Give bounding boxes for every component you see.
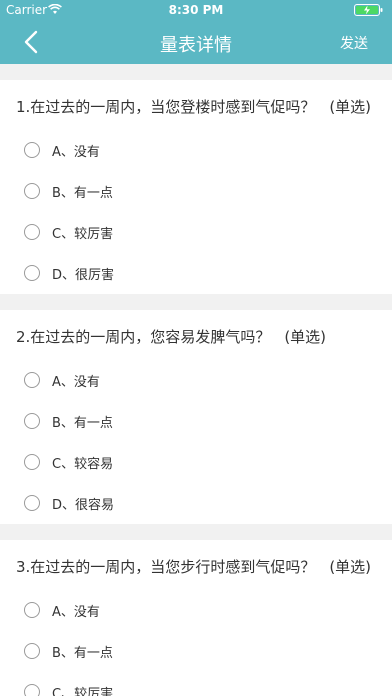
option-label: D、很厉害 — [52, 268, 115, 283]
option-label: C、较容易 — [52, 457, 114, 472]
top-spacer — [0, 64, 392, 80]
option-c[interactable]: C、较厉害 — [0, 212, 392, 253]
radio-icon[interactable] — [24, 265, 40, 281]
option-label: A、没有 — [52, 145, 100, 160]
section-divider — [0, 294, 392, 310]
status-time: 8:30 PM — [168, 3, 224, 17]
radio-icon[interactable] — [24, 684, 40, 696]
option-label: C、较厉害 — [52, 227, 114, 242]
page-title: 量表详情 — [160, 35, 232, 56]
radio-icon[interactable] — [24, 643, 40, 659]
header: Carrier 8:30 PM 量表详情 发送 — [0, 0, 392, 64]
option-label: A、没有 — [52, 605, 100, 620]
question-type: (单选) — [329, 98, 372, 116]
radio-icon[interactable] — [24, 495, 40, 511]
option-a[interactable]: A、没有 — [0, 590, 392, 631]
radio-icon[interactable] — [24, 454, 40, 470]
option-c[interactable]: C、较厉害 — [0, 672, 392, 696]
option-d[interactable]: D、很厉害 — [0, 253, 392, 294]
status-bar: Carrier 8:30 PM — [0, 0, 392, 20]
question-type: (单选) — [284, 328, 327, 346]
option-label: B、有一点 — [52, 416, 113, 431]
question-2: 2.在过去的一周内，您容易发脾气吗？ (单选) A、没有 B、有一点 C、较容易 … — [0, 310, 392, 524]
question-list: 1.在过去的一周内，当您登楼时感到气促吗？ (单选) A、没有 B、有一点 C、较… — [0, 80, 392, 696]
section-divider — [0, 524, 392, 540]
nav-bar: 量表详情 发送 — [0, 20, 392, 64]
option-a[interactable]: A、没有 — [0, 360, 392, 401]
option-b[interactable]: B、有一点 — [0, 401, 392, 442]
screen: Carrier 8:30 PM 量表详情 发送 1.在过去的一周内，当您登楼时感… — [0, 0, 392, 696]
option-label: B、有一点 — [52, 646, 113, 661]
option-label: D、很容易 — [52, 498, 115, 513]
question-title: 2.在过去的一周内，您容易发脾气吗？ (单选) — [0, 310, 392, 360]
radio-icon[interactable] — [24, 183, 40, 199]
question-text: 3.在过去的一周内，当您步行时感到气促吗？ — [16, 558, 316, 576]
option-d[interactable]: D、很容易 — [0, 483, 392, 524]
send-button[interactable]: 发送 — [340, 33, 368, 53]
radio-icon[interactable] — [24, 602, 40, 618]
option-b[interactable]: B、有一点 — [0, 171, 392, 212]
option-c[interactable]: C、较容易 — [0, 442, 392, 483]
option-b[interactable]: B、有一点 — [0, 631, 392, 672]
question-3: 3.在过去的一周内，当您步行时感到气促吗？ (单选) A、没有 B、有一点 C、较… — [0, 540, 392, 696]
question-type: (单选) — [329, 558, 372, 576]
option-a[interactable]: A、没有 — [0, 130, 392, 171]
radio-icon[interactable] — [24, 413, 40, 429]
radio-icon[interactable] — [24, 372, 40, 388]
radio-icon[interactable] — [24, 224, 40, 240]
question-1: 1.在过去的一周内，当您登楼时感到气促吗？ (单选) A、没有 B、有一点 C、较… — [0, 80, 392, 294]
battery-icon — [354, 4, 383, 16]
question-text: 1.在过去的一周内，当您登楼时感到气促吗？ — [16, 98, 316, 116]
option-label: B、有一点 — [52, 186, 113, 201]
option-label: A、没有 — [52, 375, 100, 390]
option-label: C、较厉害 — [52, 687, 114, 696]
question-title: 1.在过去的一周内，当您登楼时感到气促吗？ (单选) — [0, 80, 392, 130]
question-title: 3.在过去的一周内，当您步行时感到气促吗？ (单选) — [0, 540, 392, 590]
radio-icon[interactable] — [24, 142, 40, 158]
question-text: 2.在过去的一周内，您容易发脾气吗？ — [16, 328, 271, 346]
